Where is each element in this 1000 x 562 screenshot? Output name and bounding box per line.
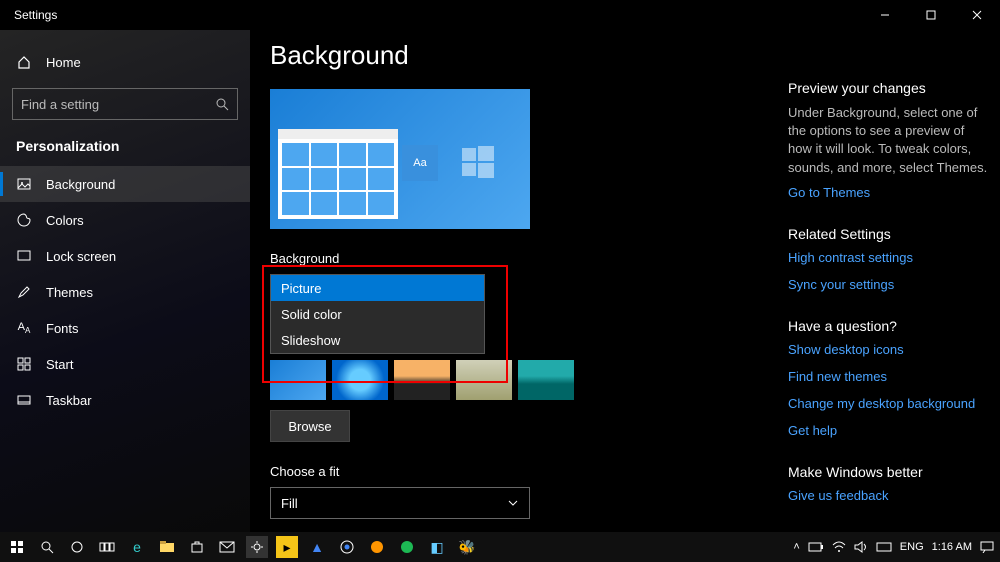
thumbnail-5[interactable] [518,360,574,400]
cortana-icon[interactable] [66,536,88,558]
tray-time[interactable]: 1:16 AM [932,541,972,553]
volume-icon[interactable] [854,541,868,553]
preview-changes-head: Preview your changes [788,80,988,96]
search-taskbar-icon[interactable] [36,536,58,558]
explorer-icon[interactable] [156,536,178,558]
app-icon-4[interactable]: 🐝 [456,536,478,558]
home-nav[interactable]: Home [0,44,250,80]
preview-sample-text: Aa [402,145,438,181]
dropdown-option-slideshow[interactable]: Slideshow [271,327,484,353]
fit-dropdown[interactable]: Fill [270,487,530,519]
go-to-themes-link[interactable]: Go to Themes [788,185,988,200]
get-help-link[interactable]: Get help [788,423,988,438]
thumbnail-1[interactable] [270,360,326,400]
sidebar-item-label: Lock screen [46,249,116,264]
sidebar-item-background[interactable]: Background [0,166,250,202]
picture-thumbnails [270,360,780,400]
right-pane: Preview your changes Under Background, s… [788,80,988,529]
app-icon-1[interactable]: ▸ [276,536,298,558]
sidebar-item-label: Start [46,357,73,372]
sidebar-item-start[interactable]: Start [0,346,250,382]
keyboard-icon[interactable] [876,542,892,552]
picture-icon [16,176,32,192]
thumbnail-2[interactable] [332,360,388,400]
section-title: Personalization [0,132,250,166]
page-heading: Background [270,40,780,71]
window-title: Settings [14,8,57,22]
taskview-icon[interactable] [96,536,118,558]
lock-icon [16,248,32,264]
minimize-button[interactable] [862,0,908,30]
thumbnail-4[interactable] [456,360,512,400]
notifications-icon[interactable] [980,541,994,553]
background-label: Background [270,251,780,266]
high-contrast-link[interactable]: High contrast settings [788,250,988,265]
store-icon[interactable] [186,536,208,558]
sidebar-item-label: Themes [46,285,93,300]
sidebar-item-label: Fonts [46,321,79,336]
palette-icon [16,212,32,228]
chrome-icon[interactable] [336,536,358,558]
sidebar-item-themes[interactable]: Themes [0,274,250,310]
title-bar: Settings [0,0,1000,30]
windows-logo-icon [460,144,496,180]
sidebar-item-taskbar[interactable]: Taskbar [0,382,250,418]
search-icon [215,97,229,111]
taskbar: e ▸ ▲ ◧ 🐝 ˄ ENG 1:16 AM [0,532,1000,562]
app-icon-3[interactable]: ◧ [426,536,448,558]
start-icon [16,356,32,372]
home-label: Home [46,55,81,70]
settings-taskbar-icon[interactable] [246,536,268,558]
find-themes-link[interactable]: Find new themes [788,369,988,384]
question-head: Have a question? [788,318,988,334]
make-better-head: Make Windows better [788,464,988,480]
app-icon-2[interactable]: ▲ [306,536,328,558]
sidebar-item-label: Taskbar [46,393,92,408]
start-button[interactable] [6,536,28,558]
change-bg-link[interactable]: Change my desktop background [788,396,988,411]
tray-lang[interactable]: ENG [900,541,924,553]
browse-button[interactable]: Browse [270,410,350,442]
fit-value: Fill [281,496,298,511]
sidebar-item-fonts[interactable]: AA Fonts [0,310,250,346]
search-placeholder: Find a setting [21,97,99,112]
tray-chevron-icon[interactable]: ˄ [793,541,799,553]
sidebar-item-lockscreen[interactable]: Lock screen [0,238,250,274]
firefox-icon[interactable] [366,536,388,558]
battery-icon[interactable] [808,542,824,552]
background-preview: Aa [270,89,530,229]
sidebar-item-colors[interactable]: Colors [0,202,250,238]
sidebar: Home Find a setting Personalization Back… [0,30,250,532]
home-icon [16,54,32,70]
thumbnail-3[interactable] [394,360,450,400]
maximize-button[interactable] [908,0,954,30]
sync-settings-link[interactable]: Sync your settings [788,277,988,292]
show-desktop-icons-link[interactable]: Show desktop icons [788,342,988,357]
wifi-icon[interactable] [832,541,846,553]
edge-icon[interactable]: e [126,536,148,558]
dropdown-option-solid[interactable]: Solid color [271,301,484,327]
sidebar-item-label: Colors [46,213,84,228]
main-content: Background Aa Background Picture Solid c… [270,40,780,532]
system-tray[interactable]: ˄ ENG 1:16 AM [793,541,994,553]
brush-icon [16,284,32,300]
related-settings-head: Related Settings [788,226,988,242]
fit-label: Choose a fit [270,464,780,479]
taskbar-icon [16,392,32,408]
dropdown-option-picture[interactable]: Picture [271,275,484,301]
spotify-icon[interactable] [396,536,418,558]
search-input[interactable]: Find a setting [12,88,238,120]
feedback-link[interactable]: Give us feedback [788,488,988,503]
chevron-down-icon [507,497,519,509]
close-button[interactable] [954,0,1000,30]
sidebar-item-label: Background [46,177,115,192]
preview-changes-body: Under Background, select one of the opti… [788,104,988,177]
mail-icon[interactable] [216,536,238,558]
background-dropdown[interactable]: Picture Solid color Slideshow [270,274,485,354]
font-icon: AA [16,320,32,336]
